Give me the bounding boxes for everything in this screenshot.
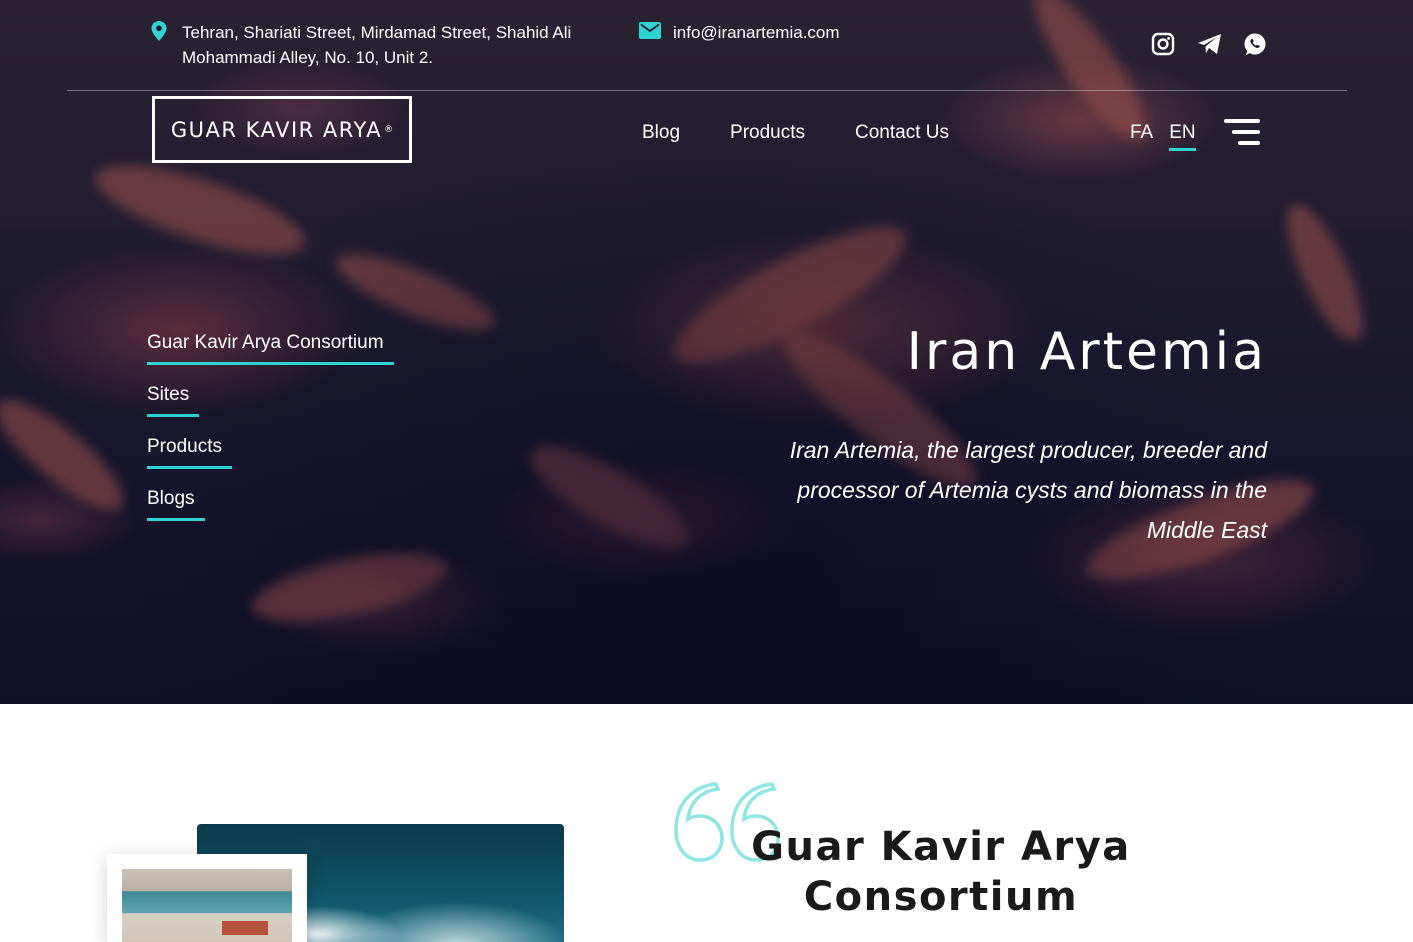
telegram-icon[interactable] [1197, 32, 1221, 56]
registered-mark: ® [384, 124, 394, 135]
nav-blog[interactable]: Blog [642, 122, 680, 144]
whatsapp-icon[interactable] [1243, 32, 1267, 56]
main-nav: Blog Products Contact Us [642, 122, 949, 144]
logo-text: GUAR KAVIR ARYA [170, 117, 383, 142]
social-links [1151, 32, 1267, 56]
email-info[interactable]: info@iranartemia.com [639, 20, 840, 45]
side-menu-sites[interactable]: Sites [147, 384, 394, 417]
location-pin-icon [149, 20, 169, 70]
hero-subtitle: Iran Artemia, the largest producer, bree… [789, 437, 1267, 543]
top-info-bar: Tehran, Shariati Street, Mirdamad Street… [67, 0, 1347, 91]
nav-products[interactable]: Products [730, 122, 805, 144]
hero-section: Tehran, Shariati Street, Mirdamad Street… [0, 0, 1413, 704]
site-photo-card [107, 854, 307, 942]
about-heading: Guar Kavir Arya Consortium [751, 824, 1131, 920]
envelope-icon [639, 22, 661, 43]
lang-en[interactable]: EN [1169, 122, 1196, 151]
brand-logo[interactable]: GUAR KAVIR ARYA ® [152, 96, 412, 163]
hero-title: Iran Artemia [906, 322, 1267, 382]
instagram-icon[interactable] [1151, 32, 1175, 56]
saline-pond-photo [122, 869, 292, 942]
side-menu-blogs[interactable]: Blogs [147, 488, 394, 521]
lang-fa[interactable]: FA [1130, 122, 1153, 151]
hero-side-menu: Guar Kavir Arya Consortium Sites Product… [147, 332, 394, 540]
menu-toggle-icon[interactable] [1224, 119, 1260, 147]
side-menu-consortium[interactable]: Guar Kavir Arya Consortium [147, 332, 394, 365]
nav-contact-us[interactable]: Contact Us [855, 122, 949, 144]
language-switcher: FA EN [1130, 122, 1196, 151]
side-menu-products[interactable]: Products [147, 436, 394, 469]
email-link[interactable]: info@iranartemia.com [673, 20, 840, 45]
address-text: Tehran, Shariati Street, Mirdamad Street… [182, 23, 572, 67]
address-info: Tehran, Shariati Street, Mirdamad Street… [149, 20, 602, 70]
